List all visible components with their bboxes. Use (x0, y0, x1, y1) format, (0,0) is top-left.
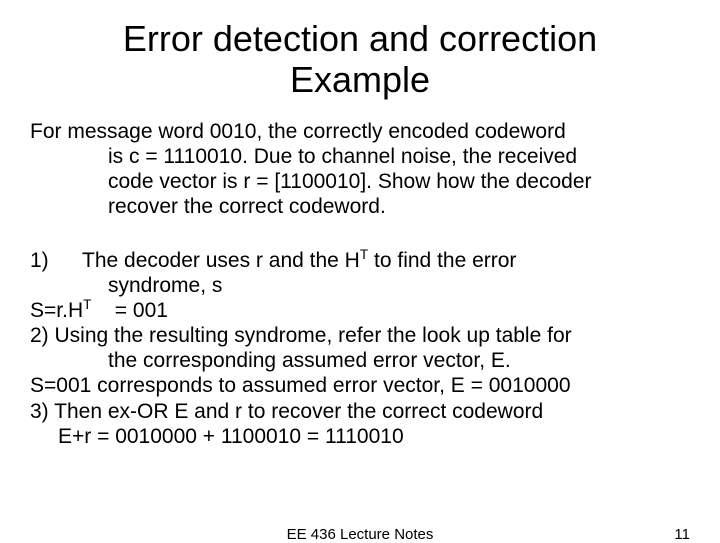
step5: 3) Then ex-OR E and r to recover the cor… (30, 399, 690, 424)
solution-steps: 1)The decoder uses r and the HT to find … (30, 248, 690, 450)
step1b: syndrome, s (30, 273, 690, 298)
slide-title: Error detection and correction Example (30, 18, 690, 101)
problem-statement: For message word 0010, the correctly enc… (30, 119, 690, 220)
step4: S=001 corresponds to assumed error vecto… (30, 373, 690, 398)
problem-l2: is c = 1110010. Due to channel noise, th… (30, 144, 690, 169)
step1-num: 1) (30, 248, 82, 273)
step1a: The decoder uses r and the H (82, 249, 360, 272)
problem-l4: recover the correct codeword. (30, 194, 690, 219)
step3a: 2) Using the resulting syndrome, refer t… (30, 323, 690, 348)
step1a-sup: T (360, 247, 368, 262)
step6: E+r = 0010000 + 1100010 = 1110010 (30, 424, 690, 449)
page-number: 11 (674, 526, 690, 543)
step1-line1: 1)The decoder uses r and the HT to find … (30, 248, 690, 273)
problem-l3: code vector is r = [1100010]. Show how t… (30, 169, 690, 194)
problem-l1: For message word 0010, the correctly enc… (30, 120, 566, 143)
title-line2: Example (290, 59, 430, 100)
step3b: the corresponding assumed error vector, … (30, 348, 690, 373)
footer-center: EE 436 Lecture Notes (287, 526, 434, 543)
step1a-tail: to find the error (368, 249, 516, 272)
step2: S=r.HT = 001 (30, 298, 690, 323)
title-line1: Error detection and correction (123, 18, 597, 59)
